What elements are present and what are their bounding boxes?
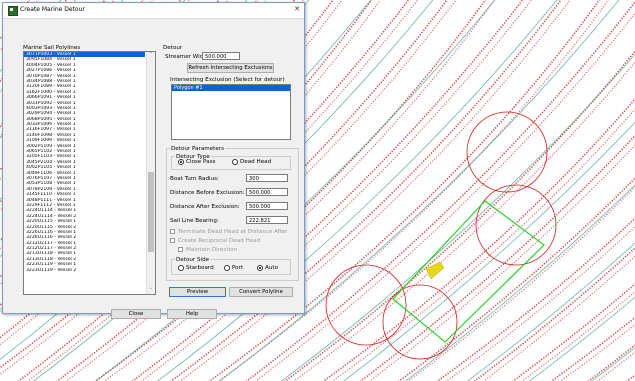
help-button[interactable]: Help xyxy=(167,309,217,319)
starboard-label: Starboard xyxy=(186,265,214,271)
detour-parameters-label: Detour Parameters xyxy=(170,146,226,152)
scroll-thumb[interactable] xyxy=(148,172,154,252)
scroll-up-icon[interactable]: ˄ xyxy=(148,52,154,58)
exclusion-listbox[interactable]: Polygon #1 xyxy=(171,84,291,140)
preview-button[interactable]: Preview xyxy=(169,287,226,297)
terminate-dead-head-label: Terminate Dead Head at Distance After xyxy=(178,229,288,235)
app-icon xyxy=(8,6,18,16)
auto-label: Auto xyxy=(265,265,278,271)
close-icon[interactable]: ✕ xyxy=(294,5,300,13)
dead-head-label: Dead Head xyxy=(240,159,272,165)
close-button[interactable]: Close xyxy=(111,309,161,319)
port-radio[interactable] xyxy=(224,265,230,271)
sail-polyline-item[interactable]: 3223U1119 - Vessel 2 xyxy=(24,268,145,273)
auto-radio[interactable] xyxy=(257,265,263,271)
exclusion-item[interactable]: Polygon #1 xyxy=(172,85,290,91)
terminate-dead-head-checkbox[interactable] xyxy=(170,229,175,234)
distance-before-input[interactable]: 500.000 xyxy=(246,188,288,196)
detour-label: Detour xyxy=(163,45,183,51)
dialog-title: Create Marine Detour xyxy=(20,6,85,13)
reciprocal-dead-head-checkbox[interactable] xyxy=(170,238,175,243)
close-pass-label: Close Pass xyxy=(186,159,216,165)
streamer-width-input[interactable]: 500.000 xyxy=(202,52,240,60)
sail-polylines-listbox[interactable]: 3071P1003 - Vessel 1 3095F1084 - Vessel 1… xyxy=(23,51,156,295)
close-pass-radio[interactable] xyxy=(178,159,184,165)
starboard-radio[interactable] xyxy=(178,265,184,271)
intersecting-exclusion-label: Intersecting Exclusion (Select for detou… xyxy=(170,77,285,83)
create-marine-detour-dialog: Create Marine Detour ✕ Marine Sail Polyl… xyxy=(2,2,305,319)
scroll-down-icon[interactable]: ˅ xyxy=(148,288,154,294)
list-scrollbar[interactable]: ˄ ˅ xyxy=(146,52,155,294)
boat-turn-radius-label: Boat Turn Radius: xyxy=(170,176,219,182)
distance-before-label: Distance Before Exclusion: xyxy=(170,190,245,196)
sail-line-bearing-label: Sail Line Bearing: xyxy=(170,218,219,224)
title-bar: Create Marine Detour ✕ xyxy=(3,3,304,19)
convert-polyline-button[interactable]: Convert Polyline xyxy=(229,287,293,297)
distance-after-input[interactable]: 500.000 xyxy=(246,202,288,210)
sail-line-bearing-input[interactable]: 222.821 xyxy=(246,216,288,224)
reciprocal-dead-head-label: Create Reciprocal Dead Head xyxy=(178,238,261,244)
boat-turn-radius-input[interactable]: 300 xyxy=(246,174,288,182)
maintain-direction-label: Maintain Direction xyxy=(186,247,238,253)
sail-polylines-items: 3071P1003 - Vessel 1 3095F1084 - Vessel 1… xyxy=(24,52,145,273)
maintain-direction-checkbox[interactable] xyxy=(178,247,183,252)
detour-side-label: Detour Side xyxy=(175,257,211,263)
refresh-exclusions-button[interactable]: Refresh Intersecting Exclusions xyxy=(187,63,274,73)
distance-after-label: Distance After Exclusion: xyxy=(170,204,240,210)
port-label: Port xyxy=(232,265,244,271)
dead-head-radio[interactable] xyxy=(232,159,238,165)
